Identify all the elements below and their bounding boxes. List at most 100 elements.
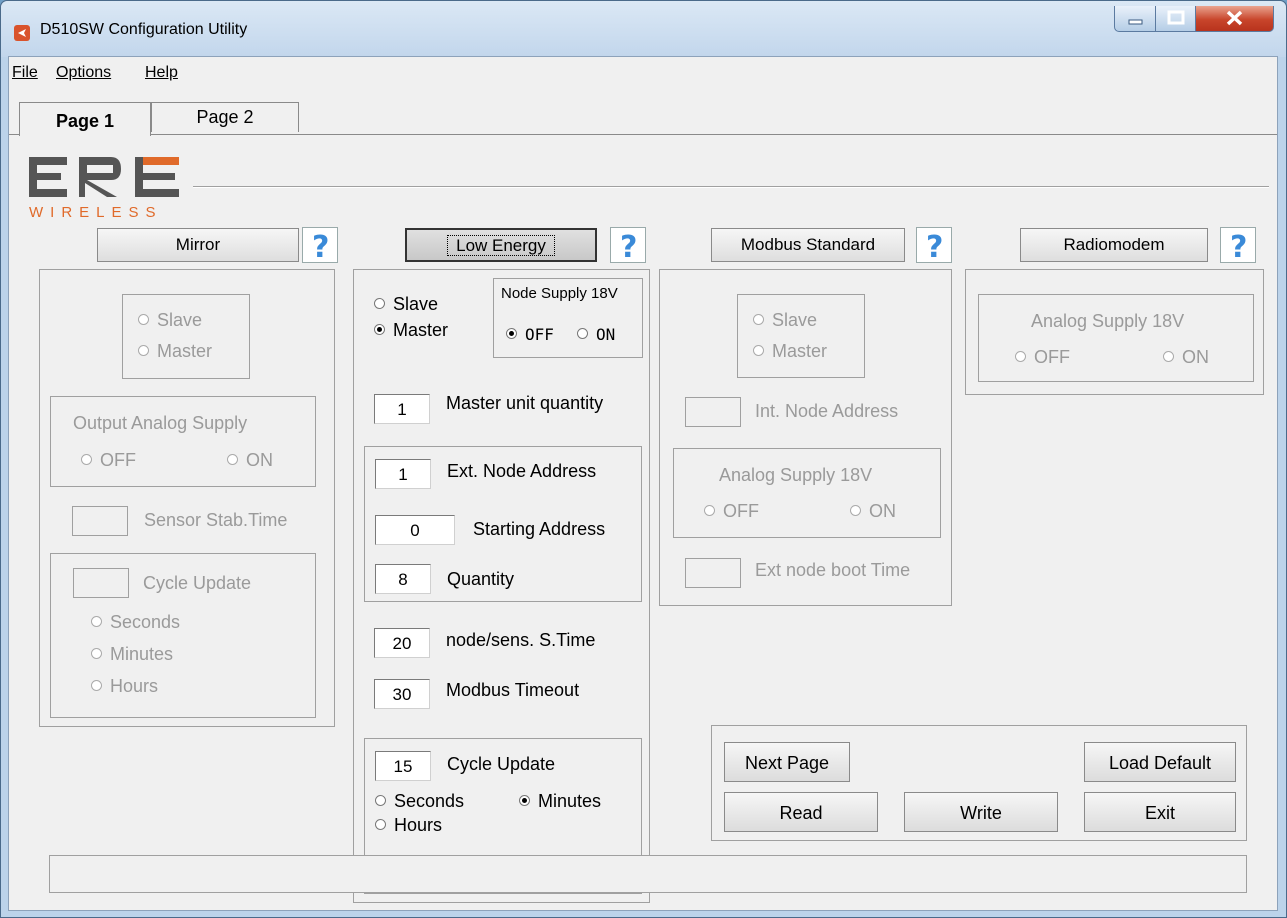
modbus-standard-mode-button[interactable]: Modbus Standard [711, 228, 905, 262]
node-supply-on-radio[interactable]: ON [577, 325, 615, 344]
mirror-seconds-radio[interactable]: Seconds [91, 612, 180, 633]
tab-page-1[interactable]: Page 1 [19, 102, 151, 136]
radio-circle [375, 818, 386, 830]
mirror-seconds-label: Seconds [110, 612, 181, 632]
modbus-slave-radio[interactable]: Slave [753, 310, 817, 331]
window-controls [1114, 6, 1274, 33]
mirror-hours-radio[interactable]: Hours [91, 676, 158, 697]
radio-circle [81, 453, 92, 465]
sensor-stab-time-field[interactable] [72, 506, 128, 536]
radio-circle [374, 297, 385, 309]
mirror-mode-button[interactable]: Mirror [97, 228, 299, 262]
radiomodem-panel: Analog Supply 18V OFF ON [965, 269, 1264, 395]
radio-circle [753, 344, 764, 356]
modbus-master-radio[interactable]: Master [753, 341, 827, 362]
help-question-icon: ? [312, 230, 329, 265]
mirror-supply-off-radio[interactable]: OFF [81, 450, 136, 471]
modbus-analog-supply-group: Analog Supply 18V OFF ON [673, 448, 941, 538]
node-sens-stime-field[interactable]: 20 [374, 628, 430, 658]
radio-circle [138, 344, 149, 356]
tab-divider [9, 134, 1277, 135]
node-supply-off-label: OFF [525, 325, 554, 344]
quantity-field[interactable]: 8 [375, 564, 431, 594]
mirror-help-button[interactable]: ? [302, 227, 338, 265]
mirror-panel: Slave Master Output Analog Supply OFF ON… [39, 269, 335, 727]
menu-file[interactable]: File [12, 64, 38, 82]
low-energy-mode-button[interactable]: Low Energy [405, 228, 597, 262]
mirror-slave-radio[interactable]: Slave [138, 310, 202, 331]
menu-options-label: Options [56, 64, 112, 81]
low-energy-panel: Slave Master Node Supply 18V OFF ON 1 Ma… [353, 269, 650, 903]
logo-mark-e1 [29, 157, 67, 197]
menu-help[interactable]: Help [145, 64, 178, 82]
le-cycle-update-field[interactable]: 15 [375, 751, 431, 781]
svg-text:?: ? [312, 230, 329, 262]
int-node-address-field[interactable] [685, 397, 741, 427]
write-button[interactable]: Write [904, 792, 1058, 832]
mirror-cycle-group: Cycle Update Seconds Minutes Hours [50, 553, 316, 718]
radiomodem-help-button[interactable]: ? [1220, 227, 1256, 265]
modbus-supply-off-radio[interactable]: OFF [704, 501, 759, 522]
modbus-timeout-field[interactable]: 30 [374, 679, 430, 709]
le-master-radio[interactable]: Master [374, 320, 448, 341]
close-button[interactable] [1195, 6, 1274, 32]
radio-circle [704, 504, 715, 516]
le-seconds-radio[interactable]: Seconds [375, 791, 464, 812]
minimize-button[interactable] [1114, 6, 1157, 32]
modbus-standard-panel: Slave Master Int. Node Address Analog Su… [659, 269, 952, 606]
ext-node-boot-time-field[interactable] [685, 558, 741, 588]
output-analog-supply-label: Output Analog Supply [73, 413, 248, 433]
ext-node-address-field[interactable]: 1 [375, 459, 431, 489]
title-bar[interactable]: D510SW Configuration Utility [1, 1, 1286, 57]
modbus-supply-on-radio[interactable]: ON [850, 501, 896, 522]
le-hours-label: Hours [394, 815, 443, 835]
menu-file-label: File [12, 64, 38, 81]
read-button[interactable]: Read [724, 792, 878, 832]
ext-node-group: 1 Ext. Node Address 0 Starting Address 8… [364, 446, 642, 602]
svg-text:?: ? [926, 230, 943, 262]
mirror-minutes-radio[interactable]: Minutes [91, 644, 173, 665]
modbus-analog-supply-label: Analog Supply 18V [719, 465, 873, 485]
maximize-button[interactable] [1155, 6, 1197, 32]
tab-page-2[interactable]: Page 2 [151, 102, 299, 132]
radio-circle-selected [519, 794, 530, 806]
radiomodem-supply-on-radio[interactable]: ON [1163, 347, 1209, 368]
radio-circle [753, 313, 764, 325]
modbus-slave-label: Slave [772, 310, 818, 330]
le-minutes-radio[interactable]: Minutes [519, 791, 601, 812]
exit-button[interactable]: Exit [1084, 792, 1236, 832]
mirror-master-radio[interactable]: Master [138, 341, 212, 362]
client-area: File Options Help Page 1 Page 2 WIRELESS… [8, 56, 1278, 911]
starting-address-field[interactable]: 0 [375, 515, 455, 545]
mirror-supply-on-radio[interactable]: ON [227, 450, 273, 471]
mirror-role-group: Slave Master [122, 294, 250, 379]
int-node-address-label: Int. Node Address [755, 401, 899, 421]
le-hours-radio[interactable]: Hours [375, 815, 442, 836]
actions-panel: Next Page Load Default Read Write Exit [711, 725, 1247, 841]
menu-bar: File Options Help [9, 57, 1277, 87]
node-supply-off-radio[interactable]: OFF [506, 325, 554, 344]
mirror-cycle-update-field[interactable] [73, 568, 129, 598]
node-supply-group: Node Supply 18V OFF ON [493, 278, 643, 358]
next-page-button[interactable]: Next Page [724, 742, 850, 782]
modbus-supply-on-label: ON [869, 501, 896, 521]
load-default-button[interactable]: Load Default [1084, 742, 1236, 782]
modbus-role-group: Slave Master [737, 294, 865, 378]
low-energy-help-button[interactable]: ? [610, 227, 646, 265]
modbus-help-button[interactable]: ? [916, 227, 952, 265]
le-slave-radio[interactable]: Slave [374, 294, 438, 315]
modbus-supply-off-label: OFF [723, 501, 759, 521]
help-question-icon: ? [1230, 230, 1247, 265]
le-cycle-update-label: Cycle Update [447, 754, 556, 774]
radio-circle [91, 615, 102, 627]
master-unit-quantity-label: Master unit quantity [446, 393, 604, 413]
logo-mark-e2 [135, 157, 179, 197]
menu-options[interactable]: Options [56, 64, 111, 82]
mirror-cycle-update-label: Cycle Update [143, 573, 252, 593]
mirror-master-label: Master [157, 341, 213, 361]
quantity-label: Quantity [447, 569, 515, 589]
radiomodem-mode-button[interactable]: Radiomodem [1020, 228, 1208, 262]
node-sens-stime-label: node/sens. S.Time [446, 630, 596, 650]
radiomodem-supply-off-radio[interactable]: OFF [1015, 347, 1070, 368]
master-unit-quantity-field[interactable]: 1 [374, 394, 430, 424]
